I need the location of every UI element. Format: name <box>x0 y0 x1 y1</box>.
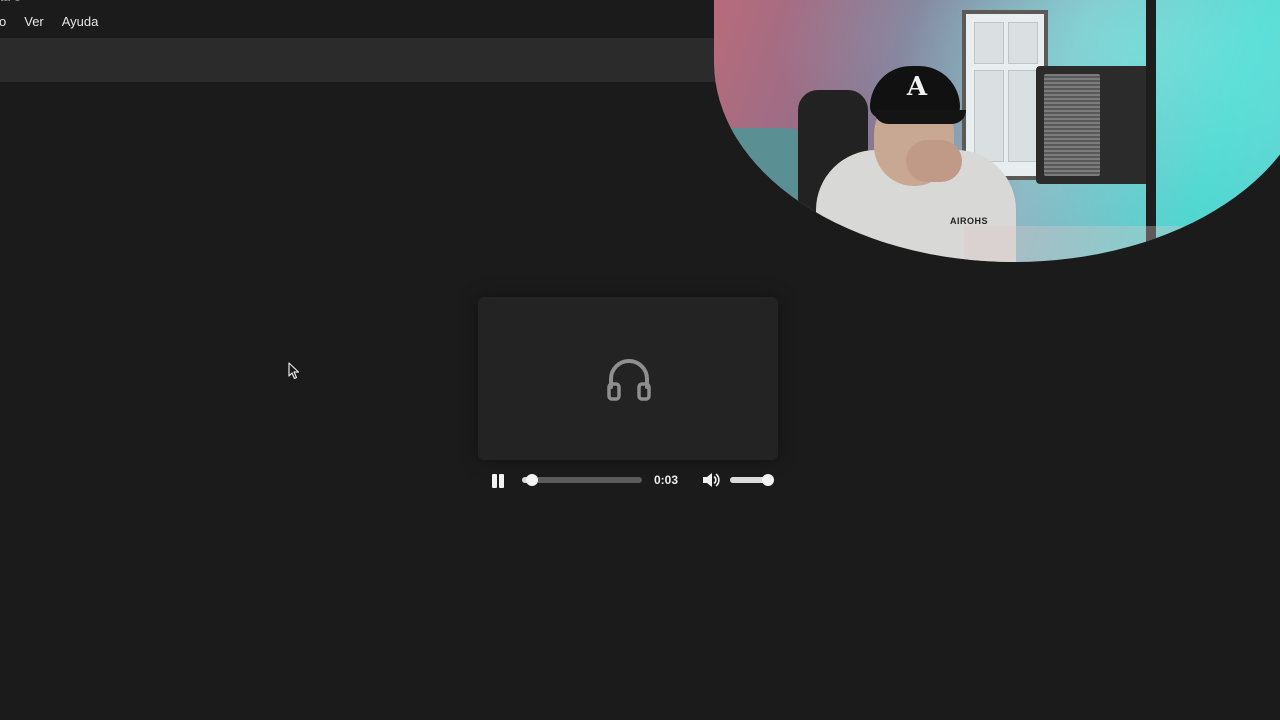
webcam-overlay: A AIROHS <box>714 0 1280 262</box>
menu-item-clipped[interactable]: o <box>0 14 10 29</box>
desk-edge <box>964 226 1280 262</box>
speaker <box>1036 66 1154 184</box>
headphones-icon <box>607 359 651 401</box>
menu-item-ayuda[interactable]: Ayuda <box>58 14 103 29</box>
pause-button[interactable] <box>490 471 506 489</box>
player-artwork <box>478 297 778 460</box>
cap-logo: A <box>906 72 928 102</box>
menu-bar: o Ver Ayuda <box>0 10 112 32</box>
cap-brim <box>874 110 966 124</box>
window-title-fragment: ta e+ <box>0 0 28 3</box>
pause-icon <box>492 474 497 488</box>
pause-icon-bar <box>499 474 504 488</box>
audio-player: 0:03 <box>478 297 778 503</box>
menu-item-ver[interactable]: Ver <box>20 14 48 29</box>
current-time: 0:03 <box>654 473 679 487</box>
player-controls: 0:03 <box>478 460 778 500</box>
title-fragment-2: e+ <box>14 0 28 3</box>
seek-thumb[interactable] <box>525 474 538 486</box>
title-fragment-1: ta <box>0 0 10 3</box>
seek-slider[interactable] <box>522 474 642 486</box>
person-hand <box>906 140 962 182</box>
volume-thumb[interactable] <box>762 474 774 486</box>
mic-stand-pole <box>1146 0 1156 262</box>
screen: ta e+ o Ver Ayuda A AIROHS <box>0 0 1280 720</box>
volume-slider[interactable] <box>730 474 774 486</box>
volume-icon[interactable] <box>700 469 722 491</box>
mouse-cursor-icon <box>288 362 300 380</box>
